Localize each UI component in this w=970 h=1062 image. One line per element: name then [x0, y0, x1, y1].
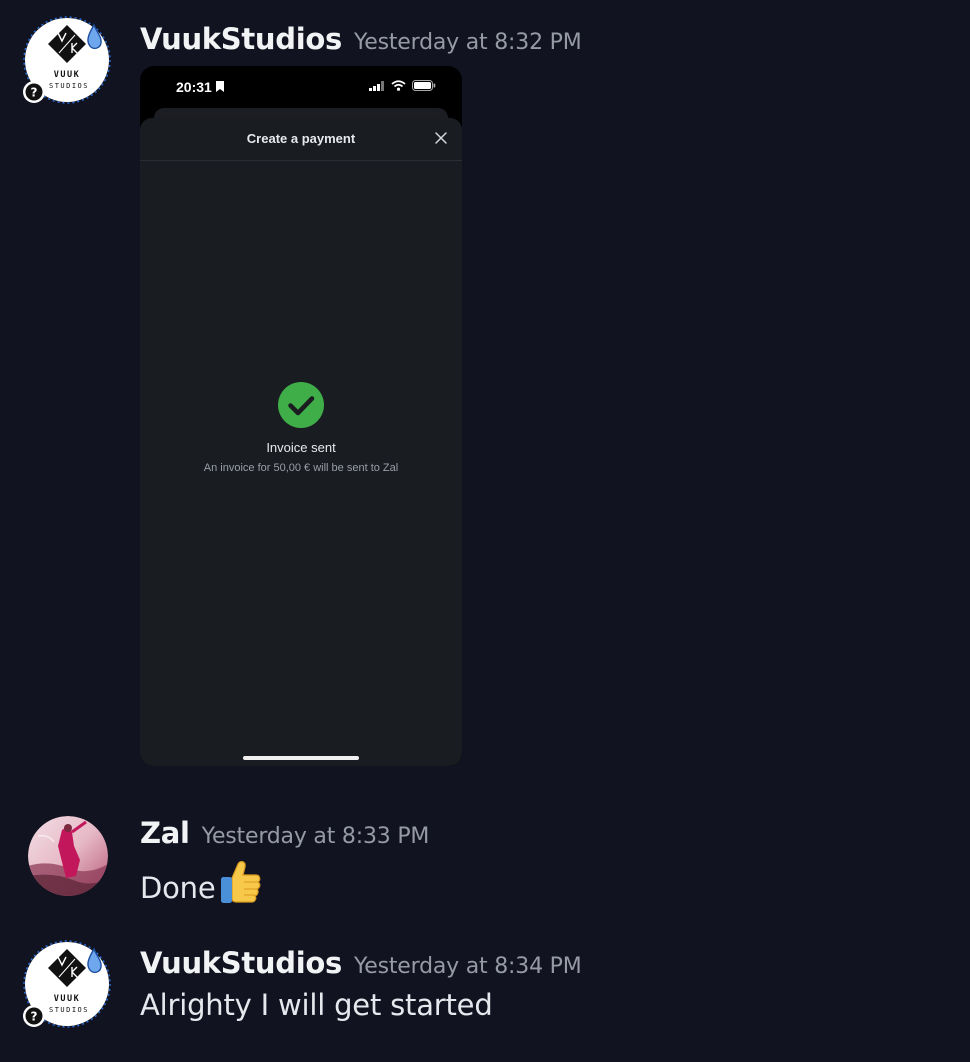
wifi-icon	[391, 80, 406, 91]
message-1: VuukStudios Yesterday at 8:32 PM 20:31 C…	[0, 0, 970, 780]
bookmark-icon	[216, 81, 224, 92]
vuukstudios-avatar[interactable]	[26, 943, 108, 1025]
thumbs-up-icon	[220, 861, 260, 903]
message-header: VuukStudios Yesterday at 8:34 PM	[140, 946, 582, 980]
home-indicator	[243, 756, 359, 760]
timestamp: Yesterday at 8:34 PM	[353, 954, 582, 979]
timestamp: Yesterday at 8:32 PM	[353, 30, 582, 55]
message-text: Done	[140, 858, 262, 905]
timestamp: Yesterday at 8:33 PM	[201, 824, 430, 849]
zal-avatar[interactable]	[28, 816, 108, 896]
phone-status-bar: 20:31	[140, 66, 462, 110]
vuukstudios-logo-icon	[22, 15, 112, 105]
message-body: Done	[140, 871, 216, 905]
success-title: Invoice sent	[266, 440, 336, 455]
sheet-header: Create a payment	[140, 118, 462, 161]
message-2: Zal Yesterday at 8:33 PM Done	[0, 800, 970, 910]
username[interactable]: VuukStudios	[140, 946, 342, 980]
image-attachment[interactable]: 20:31 Create a payment Invoice sent An i…	[140, 66, 462, 766]
success-description: An invoice for 50,00 € will be sent to Z…	[203, 462, 399, 474]
status-time: 20:31	[176, 79, 212, 95]
signal-icon	[369, 80, 384, 91]
username[interactable]: VuukStudios	[140, 22, 342, 56]
close-icon[interactable]	[434, 131, 448, 145]
message-3: VuukStudios Yesterday at 8:34 PM Alrighty…	[0, 920, 970, 1050]
checkmark-circle-icon	[278, 382, 324, 428]
battery-icon	[412, 80, 436, 91]
vuukstudios-logo-icon	[22, 939, 112, 1029]
username[interactable]: Zal	[140, 816, 190, 850]
sheet-title: Create a payment	[246, 131, 356, 146]
message-header: Zal Yesterday at 8:33 PM	[140, 816, 429, 850]
message-header: VuukStudios Yesterday at 8:32 PM	[140, 22, 582, 56]
message-text: Alrighty I will get started	[140, 988, 493, 1022]
status-icons	[369, 80, 436, 91]
zal-avatar-image	[28, 816, 108, 896]
payment-sheet: Create a payment Invoice sent An invoice…	[140, 118, 462, 766]
vuukstudios-avatar[interactable]	[26, 19, 108, 101]
